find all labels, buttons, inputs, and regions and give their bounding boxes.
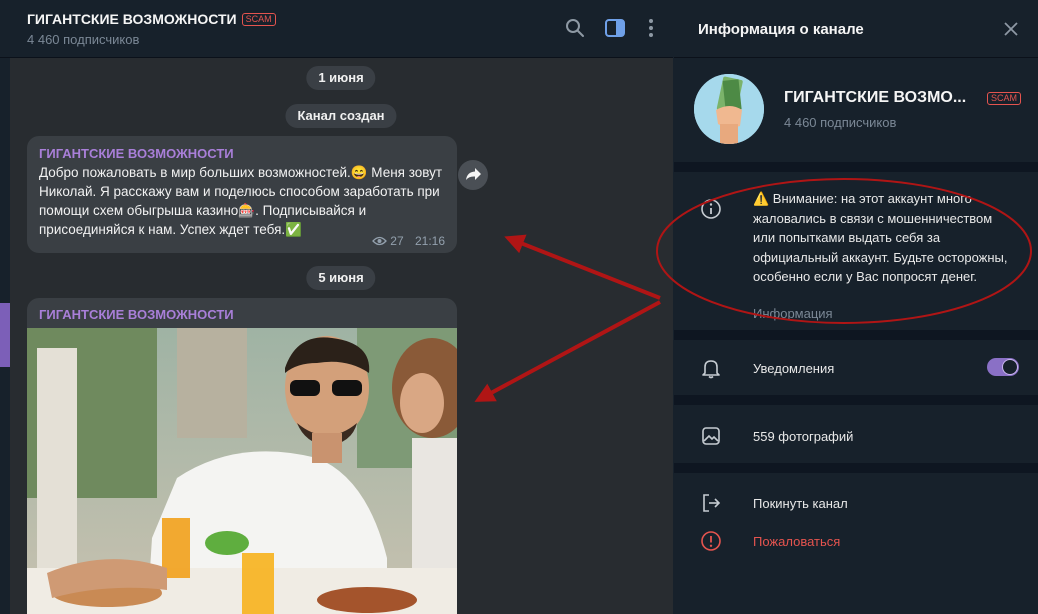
avatar-image — [694, 74, 764, 144]
leave-label: Покинуть канал — [753, 496, 848, 511]
message-author[interactable]: ГИГАНТСКИЕ ВОЗМОЖНОСТИ — [39, 146, 457, 161]
message-bubble[interactable]: ГИГАНТСКИЕ ВОЗМОЖНОСТИ Добро пожаловать … — [27, 136, 457, 253]
date-pill: 1 июня — [306, 66, 376, 90]
chat-title-text: ГИГАНТСКИЕ ВОЗМОЖНОСТИ — [27, 11, 237, 27]
section-separator — [674, 395, 1038, 405]
more-icon[interactable] — [640, 17, 662, 39]
section-separator — [674, 162, 1038, 172]
close-icon[interactable] — [1003, 21, 1019, 37]
eye-icon — [372, 236, 387, 246]
active-chat-marker — [0, 303, 10, 367]
message-text: Добро пожаловать в мир больших возможнос… — [39, 165, 443, 237]
scam-badge: SCAM — [987, 92, 1022, 105]
message-photo[interactable] — [27, 328, 457, 614]
section-separator — [674, 463, 1038, 473]
chat-header[interactable]: ГИГАНТСКИЕ ВОЗМОЖНОСТИ SCAM 4 460 подписч… — [0, 0, 673, 58]
scam-badge: SCAM — [241, 13, 276, 26]
channel-subscribers: 4 460 подписчиков — [784, 115, 897, 130]
photos-icon — [702, 427, 720, 445]
sidebar-toggle-icon[interactable] — [604, 17, 626, 39]
message-time: 21:16 — [414, 234, 445, 248]
search-icon[interactable] — [564, 17, 586, 39]
report-label: Пожаловаться — [753, 534, 841, 549]
panel-title: Информация о канале — [698, 21, 864, 38]
notifications-label: Уведомления — [753, 361, 835, 376]
message-meta: 27 21:16 — [372, 234, 445, 248]
chat-title[interactable]: ГИГАНТСКИЕ ВОЗМОЖНОСТИ SCAM — [27, 11, 276, 27]
report-icon — [701, 531, 721, 551]
photos-label: 559 фотографий — [753, 429, 854, 444]
toggle-knob — [1002, 359, 1018, 375]
info-icon — [701, 199, 721, 219]
section-separator — [674, 330, 1038, 340]
message-area[interactable]: 1 июня Канал создан ГИГАНТСКИЕ ВОЗМОЖНОС… — [10, 58, 673, 614]
scam-warning-text: ⚠️ Внимание: на этот аккаунт много жалов… — [753, 191, 1008, 284]
channel-avatar[interactable] — [694, 74, 764, 144]
leave-icon — [703, 494, 721, 512]
channel-name: ГИГАНТСКИЕ ВОЗМО... — [784, 89, 967, 106]
notifications-toggle[interactable] — [987, 358, 1019, 376]
divider — [674, 57, 1038, 58]
date-pill: 5 июня — [306, 266, 376, 290]
chat-subscribers: 4 460 подписчиков — [27, 32, 140, 47]
service-message: Канал создан — [285, 104, 397, 128]
chat-pane: ГИГАНТСКИЕ ВОЗМОЖНОСТИ SCAM 4 460 подписч… — [0, 0, 673, 614]
bell-icon — [702, 360, 720, 379]
channel-info-panel: Информация о канале ГИГАНТСКИЕ ВОЗМО... … — [674, 0, 1038, 614]
view-count: 27 — [390, 234, 404, 248]
info-caption: Информация — [753, 306, 833, 321]
forward-button[interactable] — [458, 160, 488, 190]
message-author[interactable]: ГИГАНТСКИЕ ВОЗМОЖНОСТИ — [39, 307, 457, 322]
photo-illustration — [27, 328, 457, 614]
forward-icon — [466, 168, 481, 180]
